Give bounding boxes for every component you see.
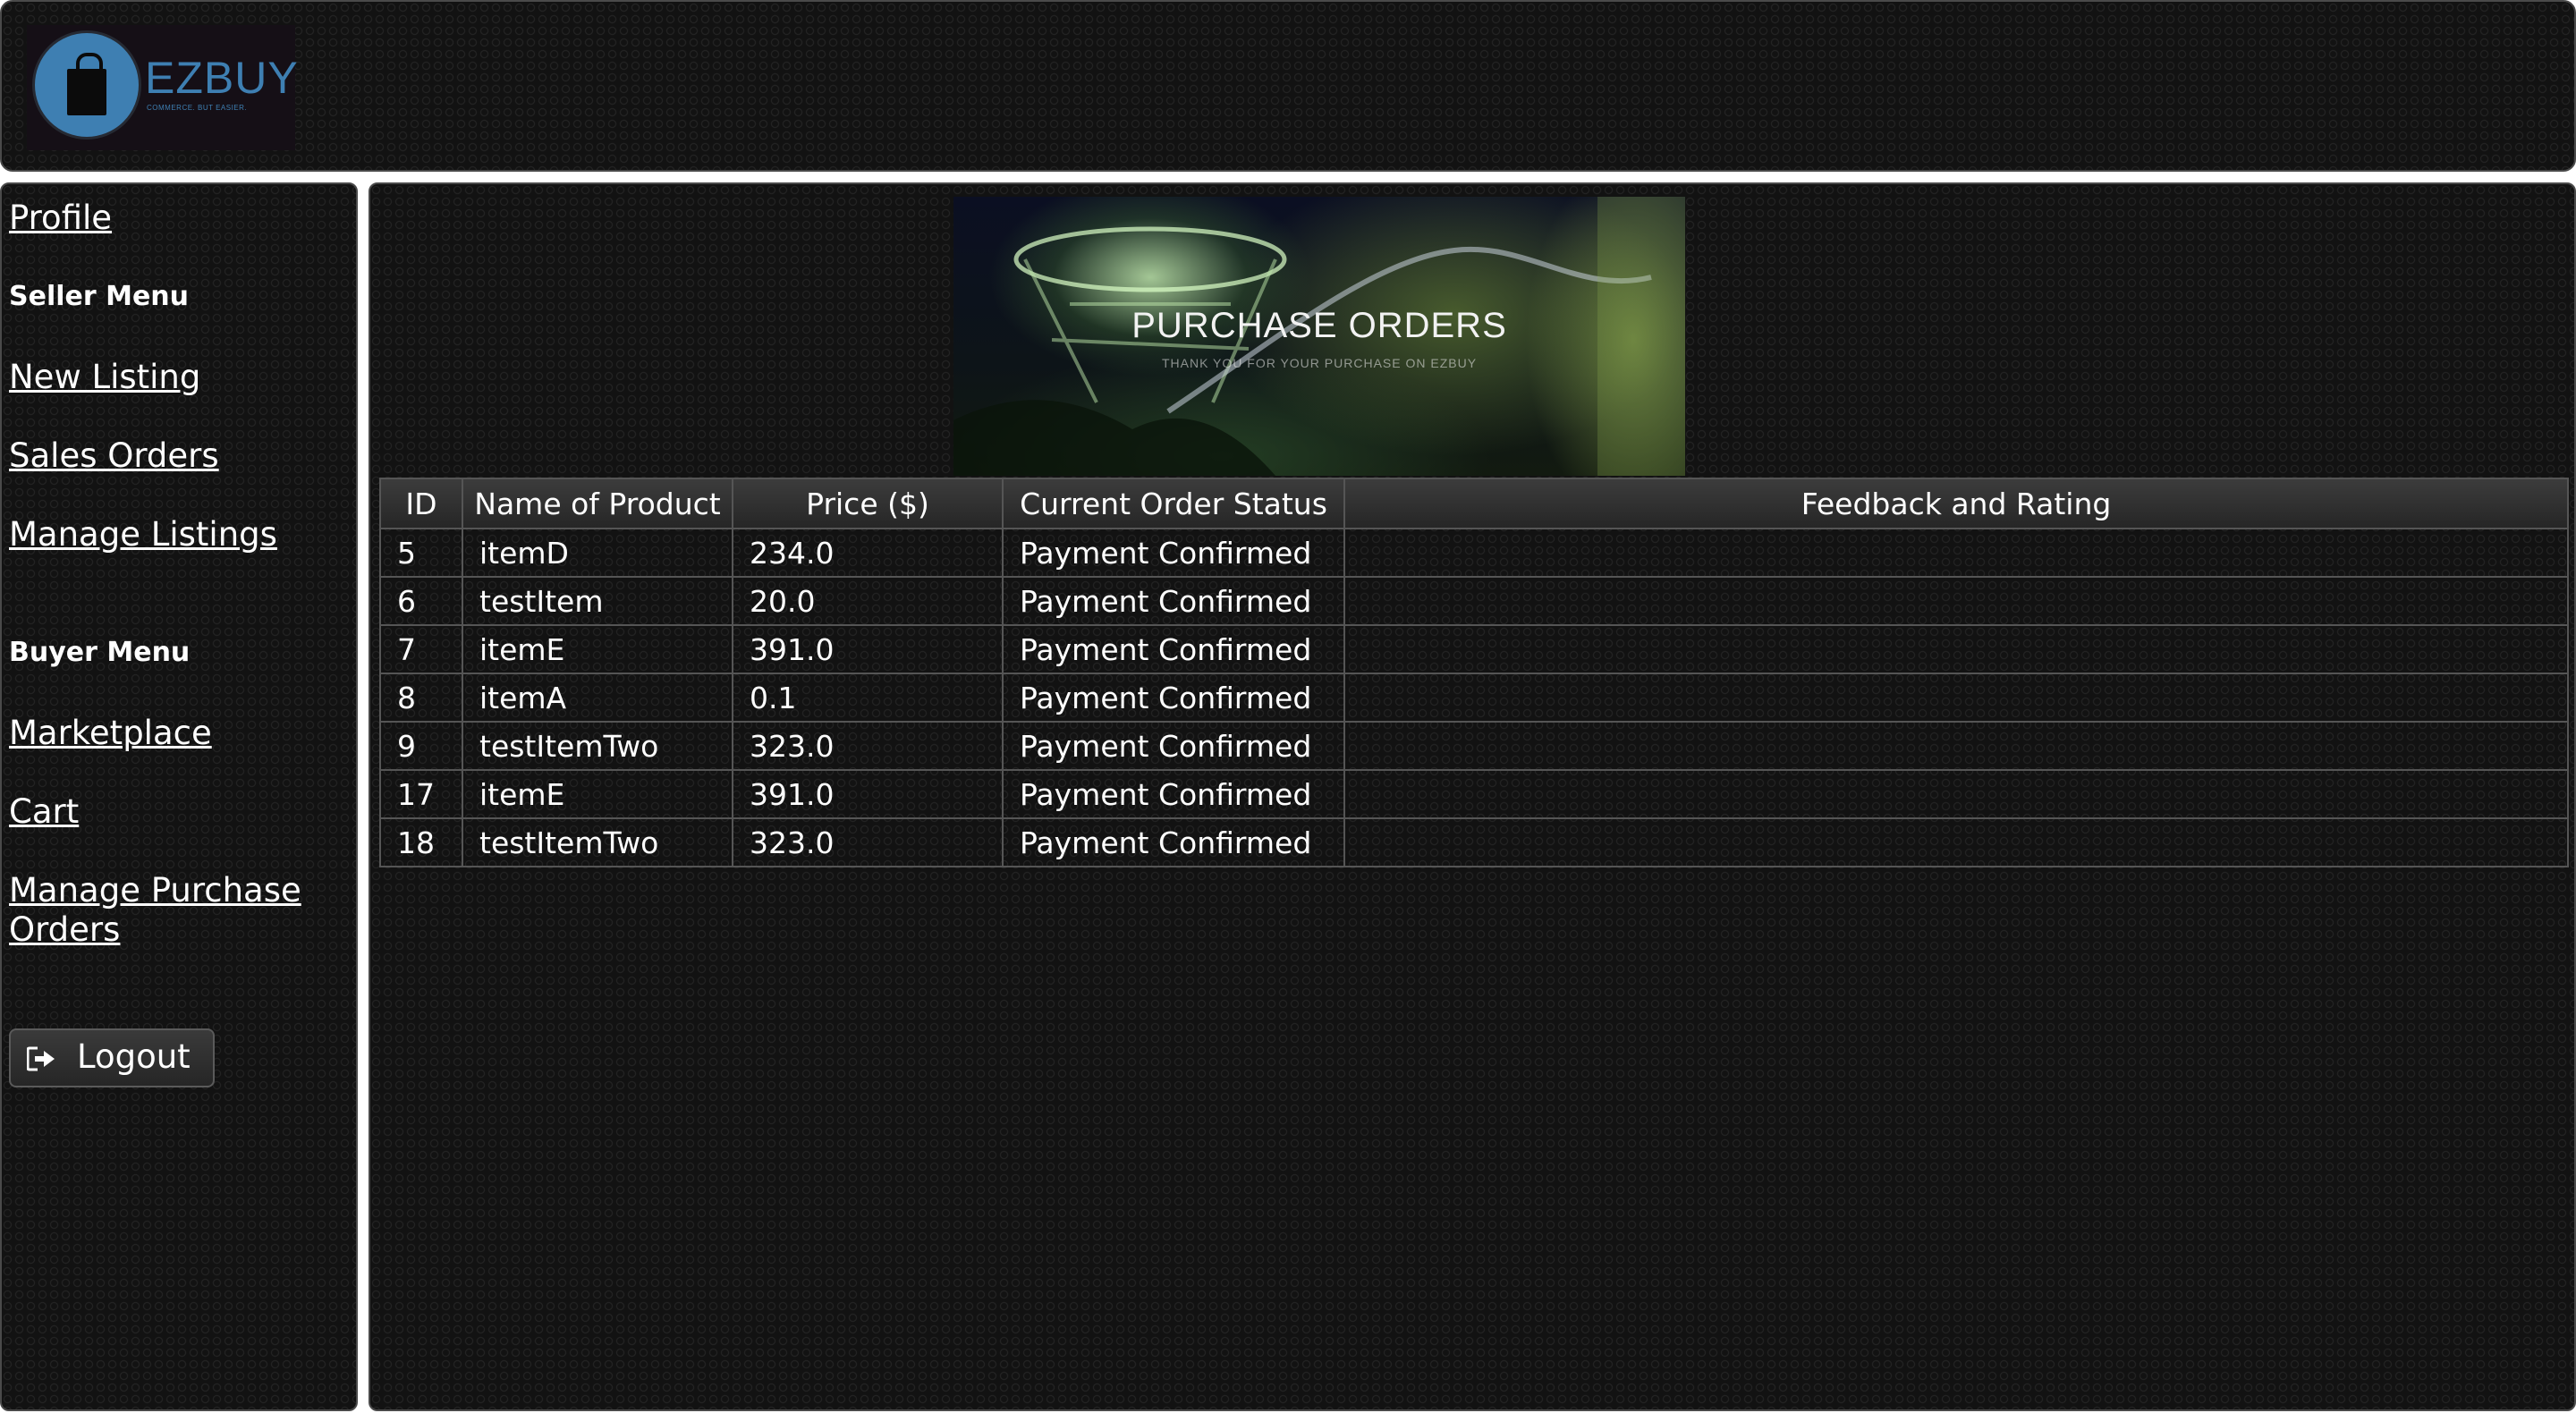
purchase-orders-table: ID Name of Product Price ($) Current Ord… <box>379 478 2569 867</box>
page-title: PURCHASE ORDERS <box>1131 306 1507 345</box>
cell-name: testItem <box>462 576 733 626</box>
cell-name: testItemTwo <box>462 817 733 867</box>
purchase-orders-banner: PURCHASE ORDERS THANK YOU FOR YOUR PURCH… <box>953 197 1685 476</box>
cell-name: itemE <box>462 769 733 819</box>
cell-feedback[interactable] <box>1343 624 2569 674</box>
column-header-price: Price ($) <box>732 478 1004 529</box>
column-header-feedback: Feedback and Rating <box>1343 478 2569 529</box>
cell-status: Payment Confirmed <box>1002 576 1345 626</box>
page-subtitle: THANK YOU FOR YOUR PURCHASE ON EZBUY <box>1161 356 1478 370</box>
column-header-status: Current Order Status <box>1002 478 1345 529</box>
cell-id: 5 <box>379 528 463 578</box>
cell-price: 0.1 <box>732 673 1004 723</box>
table-header-row: ID Name of Product Price ($) Current Ord… <box>379 478 2569 529</box>
cell-status: Payment Confirmed <box>1002 528 1345 578</box>
cell-feedback[interactable] <box>1343 817 2569 867</box>
sidebar: Profile Seller Menu New Listing Sales Or… <box>0 182 358 1411</box>
table-row: 8 itemA 0.1 Payment Confirmed <box>379 673 2569 723</box>
table-row: 6 testItem 20.0 Payment Confirmed <box>379 576 2569 626</box>
cell-status: Payment Confirmed <box>1002 817 1345 867</box>
logout-label: Logout <box>77 1037 191 1076</box>
buyer-menu-heading: Buyer Menu <box>9 637 191 668</box>
cell-feedback[interactable] <box>1343 528 2569 578</box>
cell-price: 20.0 <box>732 576 1004 626</box>
cell-price: 234.0 <box>732 528 1004 578</box>
cell-id: 6 <box>379 576 463 626</box>
logo-text: EZBUY <box>145 53 299 103</box>
sidebar-link-new-listing[interactable]: New Listing <box>9 358 200 397</box>
ezbuy-logo[interactable]: EZBUY COMMERCE. BUT EASIER. <box>27 25 298 150</box>
cell-feedback[interactable] <box>1343 721 2569 771</box>
seller-menu-heading: Seller Menu <box>9 281 190 312</box>
logout-button[interactable]: Logout <box>9 1028 215 1087</box>
shopping-bag-icon <box>32 30 141 140</box>
table-row: 7 itemE 391.0 Payment Confirmed <box>379 624 2569 674</box>
column-header-id: ID <box>379 478 463 529</box>
sidebar-link-manage-purchase-orders[interactable]: Manage Purchase Orders <box>9 871 313 950</box>
sidebar-link-cart[interactable]: Cart <box>9 792 79 832</box>
cell-id: 8 <box>379 673 463 723</box>
table-row: 18 testItemTwo 323.0 Payment Confirmed <box>379 817 2569 867</box>
cell-feedback[interactable] <box>1343 673 2569 723</box>
cell-name: testItemTwo <box>462 721 733 771</box>
cell-price: 391.0 <box>732 769 1004 819</box>
cell-name: itemD <box>462 528 733 578</box>
table-row: 9 testItemTwo 323.0 Payment Confirmed <box>379 721 2569 771</box>
cell-price: 323.0 <box>732 721 1004 771</box>
cell-feedback[interactable] <box>1343 576 2569 626</box>
sidebar-link-profile[interactable]: Profile <box>9 199 112 238</box>
cell-price: 391.0 <box>732 624 1004 674</box>
cell-feedback[interactable] <box>1343 769 2569 819</box>
sign-out-icon <box>27 1046 55 1071</box>
cell-status: Payment Confirmed <box>1002 624 1345 674</box>
sidebar-link-marketplace[interactable]: Marketplace <box>9 714 212 753</box>
cell-id: 17 <box>379 769 463 819</box>
table-row: 17 itemE 391.0 Payment Confirmed <box>379 769 2569 819</box>
main-content: PURCHASE ORDERS THANK YOU FOR YOUR PURCH… <box>369 182 2576 1411</box>
cell-id: 7 <box>379 624 463 674</box>
table-row: 5 itemD 234.0 Payment Confirmed <box>379 528 2569 578</box>
logo-tagline: COMMERCE. BUT EASIER. <box>147 104 248 112</box>
cell-name: itemA <box>462 673 733 723</box>
cell-price: 323.0 <box>732 817 1004 867</box>
sidebar-link-manage-listings[interactable]: Manage Listings <box>9 515 277 554</box>
cell-name: itemE <box>462 624 733 674</box>
column-header-name: Name of Product <box>462 478 733 529</box>
cell-status: Payment Confirmed <box>1002 673 1345 723</box>
sidebar-link-sales-orders[interactable]: Sales Orders <box>9 436 219 476</box>
cell-status: Payment Confirmed <box>1002 721 1345 771</box>
cell-id: 18 <box>379 817 463 867</box>
cell-id: 9 <box>379 721 463 771</box>
site-header: EZBUY COMMERCE. BUT EASIER. <box>0 0 2576 172</box>
cell-status: Payment Confirmed <box>1002 769 1345 819</box>
